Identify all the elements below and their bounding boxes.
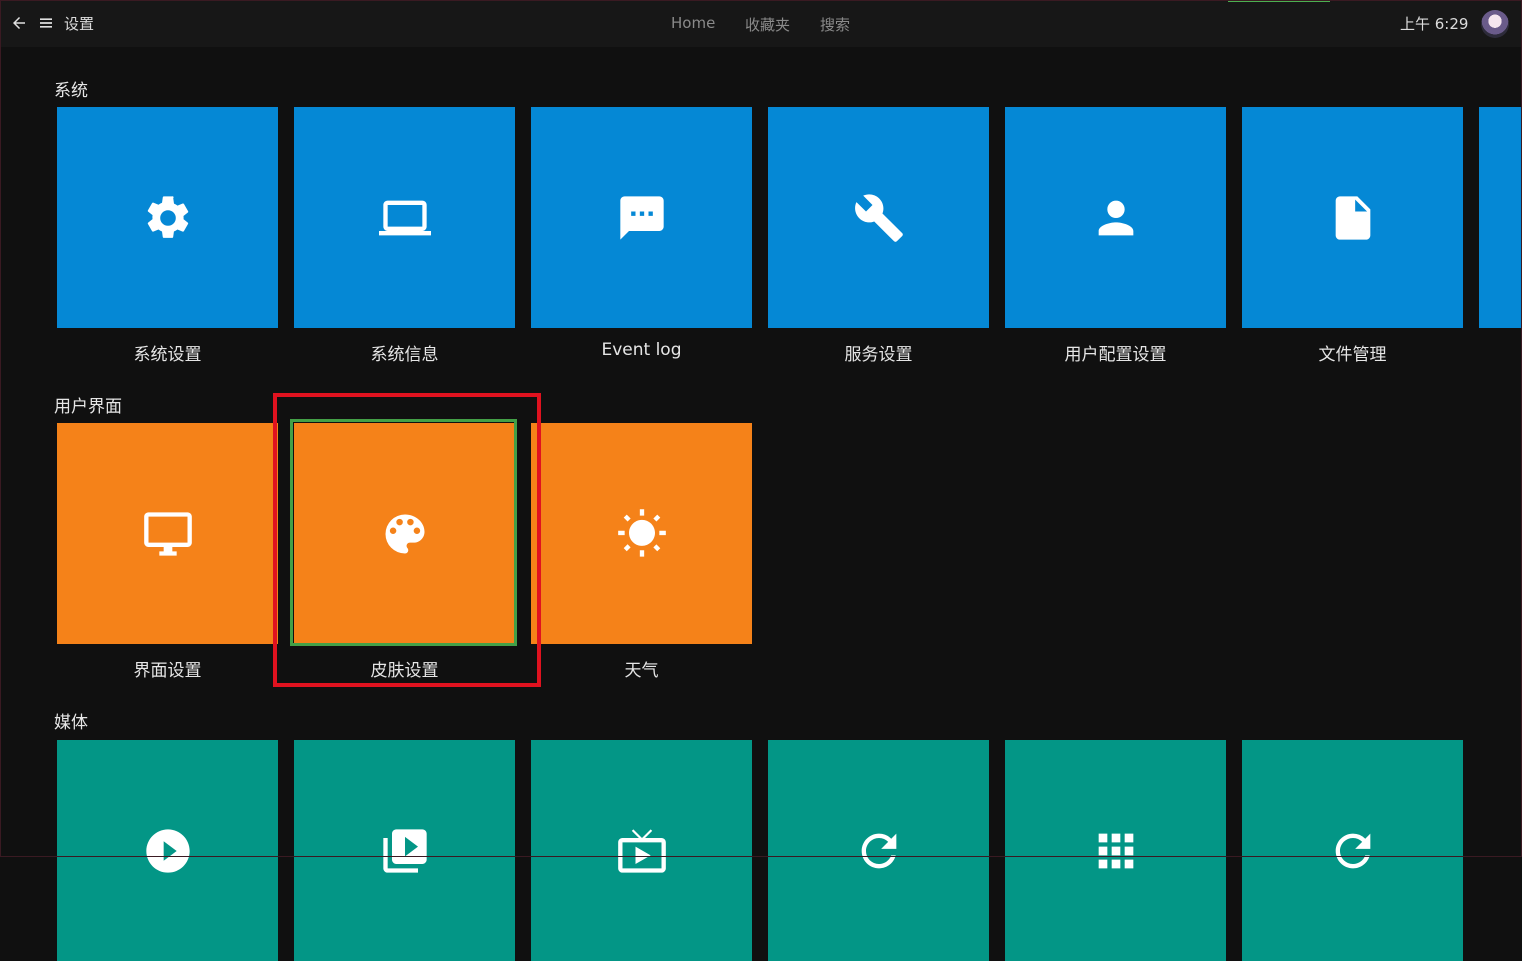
tile-event-log[interactable] <box>531 107 752 328</box>
laptop-icon <box>378 200 431 235</box>
tile-label-system-info: 系统信息 <box>370 345 439 365</box>
sun-icon <box>617 508 666 557</box>
top-bar: 设置 Home 收藏夹 搜索 上午 6:29 <box>0 0 1522 47</box>
tile-media-player[interactable] <box>57 740 278 961</box>
grid-icon <box>1098 833 1133 869</box>
file-icon <box>1335 195 1370 240</box>
monitor-icon <box>143 511 192 556</box>
tile-media-tv[interactable] <box>531 740 752 961</box>
tile-profile-settings[interactable] <box>1005 107 1226 328</box>
person-icon <box>1098 200 1133 235</box>
tile-system-settings[interactable] <box>57 107 278 328</box>
tv-icon <box>617 829 666 873</box>
tile-media-grid[interactable] <box>1005 740 1226 961</box>
refresh-icon <box>1335 833 1370 869</box>
nav-search[interactable]: 搜索 <box>820 14 850 35</box>
tile-label-weather: 天气 <box>624 661 659 681</box>
tile-media-refresh-1[interactable] <box>768 740 989 961</box>
nav-favourites[interactable]: 收藏夹 <box>745 14 790 35</box>
tile-label-event-log: Event log <box>601 340 682 360</box>
tile-partial-system[interactable] <box>1479 107 1522 328</box>
tile-label-system-settings: 系统设置 <box>133 345 202 365</box>
progress-accent <box>1228 0 1330 2</box>
wrench-icon <box>854 193 903 242</box>
tile-media-playlist[interactable] <box>294 740 515 961</box>
section-title-media: 媒体 <box>54 713 88 733</box>
avatar[interactable] <box>1481 10 1509 38</box>
gear-icon <box>147 195 188 238</box>
tile-media-refresh-2[interactable] <box>1242 740 1463 961</box>
nav-home[interactable]: Home <box>671 14 715 32</box>
clock: 上午 6:29 <box>1400 15 1469 33</box>
chat-bubble-icon <box>619 195 664 240</box>
palette-icon <box>385 514 424 553</box>
tile-file-manager[interactable] <box>1242 107 1463 328</box>
tile-label-service-settings: 服务设置 <box>844 345 913 365</box>
tile-label-skin-settings: 皮肤设置 <box>370 661 439 681</box>
tile-weather[interactable] <box>531 423 752 644</box>
tile-interface-settings[interactable] <box>57 423 278 644</box>
tile-label-interface-settings: 界面设置 <box>133 661 202 681</box>
play-circle-icon <box>145 829 190 873</box>
top-navigation: Home 收藏夹 搜索 <box>0 14 1522 34</box>
tile-service-settings[interactable] <box>768 107 989 328</box>
section-title-interface: 用户界面 <box>54 397 122 417</box>
section-title-system: 系统 <box>54 81 88 101</box>
refresh-icon <box>861 833 896 869</box>
tile-label-file-manager: 文件管理 <box>1318 345 1387 365</box>
tile-system-info[interactable] <box>294 107 515 328</box>
tile-skin-settings[interactable] <box>294 423 515 644</box>
tile-label-profile-settings: 用户配置设置 <box>1064 345 1167 365</box>
playlist-icon <box>382 829 427 873</box>
